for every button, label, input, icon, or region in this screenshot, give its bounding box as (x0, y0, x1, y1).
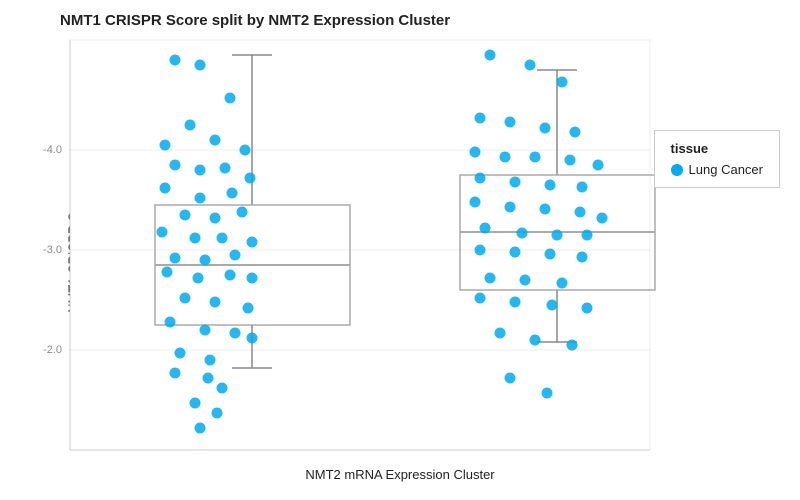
svg-text:-2.0: -2.0 (43, 344, 62, 356)
svg-text:-4.0: -4.0 (43, 144, 62, 156)
svg-text:-3.0: -3.0 (43, 244, 62, 256)
chart-svg: -4.0 -3.0 -2.0 (0, 0, 800, 500)
legend-item-lung-cancer: Lung Cancer (671, 162, 763, 177)
legend-dot (671, 164, 683, 176)
chart-container: NMT1 CRISPR Score split by NMT2 Expressi… (0, 0, 800, 500)
legend-label: Lung Cancer (689, 162, 763, 177)
legend-title: tissue (671, 141, 763, 156)
legend-box: tissue Lung Cancer (654, 130, 780, 188)
